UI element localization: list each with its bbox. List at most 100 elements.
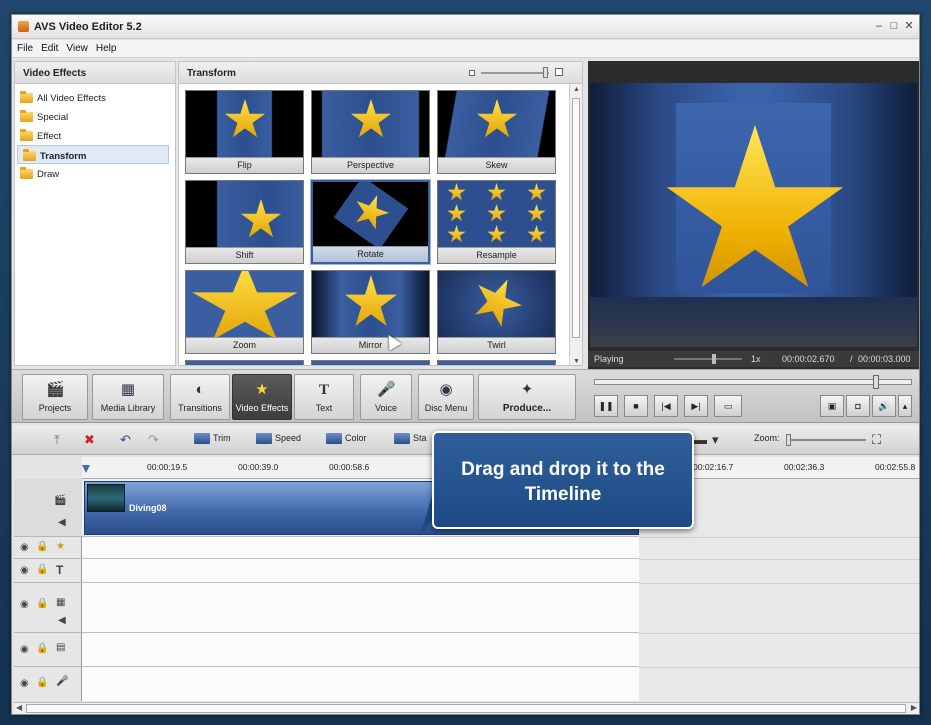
seek-bar[interactable] xyxy=(594,375,912,389)
stop-button[interactable]: ■ xyxy=(624,395,648,417)
microphone-icon: 🎤 xyxy=(377,381,396,398)
large-size-icon xyxy=(555,68,563,76)
timeline-scroll-thumb[interactable] xyxy=(26,704,906,713)
prev-frame-button[interactable]: |◀ xyxy=(654,395,678,417)
text-button[interactable]: T Text xyxy=(294,374,354,420)
effect-tile-rotate[interactable]: Rotate xyxy=(311,180,430,264)
scroll-down-icon[interactable]: ▼ xyxy=(573,358,580,365)
lock-icon[interactable]: 🔒 xyxy=(36,541,48,552)
effects-scrollbar[interactable]: ▲ ▼ xyxy=(569,84,582,365)
snapshot-button[interactable]: ◘ xyxy=(846,395,870,417)
produce-button[interactable]: ✦ Produce... xyxy=(478,374,576,420)
playback-speed-slider[interactable] xyxy=(674,354,742,364)
scroll-left-icon[interactable]: ◀ xyxy=(16,703,22,712)
effect-tile-flip[interactable]: Flip xyxy=(185,90,304,174)
category-all-video-effects[interactable]: All Video Effects xyxy=(15,88,175,107)
effects-lane[interactable] xyxy=(82,537,639,559)
delete-icon[interactable]: ✖ xyxy=(84,432,95,448)
category-special[interactable]: Special xyxy=(15,107,175,126)
fit-timeline-icon[interactable]: ⛶ xyxy=(872,432,881,448)
split-view-button[interactable]: ▣ xyxy=(820,395,844,417)
voice-lane[interactable] xyxy=(82,633,639,667)
eye-icon[interactable]: ◉ xyxy=(20,542,29,553)
minimize-button[interactable]: – xyxy=(873,20,885,32)
volume-button[interactable]: 🔊 xyxy=(872,395,896,417)
effects-grid-panel: Transform Flip Perspective Skew Shift Ro… xyxy=(178,61,583,366)
star-thumbnail xyxy=(240,199,282,238)
menu-file[interactable]: File xyxy=(12,40,36,54)
timeline-zoom-slider[interactable] xyxy=(786,434,866,446)
text-lane[interactable] xyxy=(82,559,639,583)
media-library-button[interactable]: ▦ Media Library xyxy=(92,374,164,420)
fullscreen-mode-button[interactable]: ▭ xyxy=(714,395,742,417)
color-icon xyxy=(326,433,342,445)
redo-icon[interactable]: ↷ xyxy=(148,432,159,448)
thumbnail-size-slider[interactable] xyxy=(469,67,569,78)
transitions-button[interactable]: ◐ Transitions xyxy=(170,374,230,420)
eye-icon[interactable]: ◉ xyxy=(20,599,29,610)
effect-tile-shift[interactable]: Shift xyxy=(185,180,304,264)
monitor-icon[interactable]: ▾ xyxy=(712,432,719,448)
star-thumbnail xyxy=(476,99,518,138)
app-logo-icon xyxy=(18,21,29,32)
total-duration: 00:00:03.000 xyxy=(858,354,911,364)
lock-icon[interactable]: 🔒 xyxy=(36,677,48,688)
menu-edit[interactable]: Edit xyxy=(36,40,61,54)
video-effects-button[interactable]: ★ Video Effects xyxy=(232,374,292,420)
undo-icon[interactable]: ↶ xyxy=(120,432,131,448)
lock-icon[interactable]: 🔒 xyxy=(36,598,48,609)
color-button[interactable]: Color xyxy=(326,433,367,445)
eye-icon[interactable]: ◉ xyxy=(20,644,29,655)
film-icon: ▦ xyxy=(120,381,136,398)
volume-arrow-button[interactable]: ▴ xyxy=(898,395,912,417)
lock-icon[interactable]: 🔒 xyxy=(36,564,48,575)
seek-knob[interactable] xyxy=(873,375,879,389)
effect-tile-skew[interactable]: Skew xyxy=(437,90,556,174)
category-effect[interactable]: Effect xyxy=(15,126,175,145)
speaker-icon: ◀ xyxy=(58,615,66,626)
clip-name: Diving08 xyxy=(129,503,167,513)
scrollbar-thumb[interactable] xyxy=(572,98,580,338)
overlay-lane[interactable] xyxy=(82,583,639,633)
lock-icon[interactable]: 🔒 xyxy=(36,643,48,654)
current-position: 00:00:02.670 xyxy=(782,354,835,364)
category-draw[interactable]: Draw xyxy=(15,164,175,183)
menu-help[interactable]: Help xyxy=(91,40,120,54)
eye-icon[interactable]: ◉ xyxy=(20,678,29,689)
disc-menu-button[interactable]: ◉ Disc Menu xyxy=(418,374,474,420)
timeline-scrollbar[interactable]: ◀ ▶ xyxy=(14,702,919,714)
ruler-tick: 00:02:16.7 xyxy=(693,462,734,472)
projects-button[interactable]: 🎬 Projects xyxy=(22,374,88,420)
storyboard-icon[interactable]: ▬ xyxy=(694,432,707,447)
effect-tile-perspective[interactable]: Perspective xyxy=(311,90,430,174)
star-thumbnail xyxy=(464,270,530,335)
scroll-right-icon[interactable]: ▶ xyxy=(911,703,917,712)
folder-icon xyxy=(20,110,33,122)
pause-button[interactable]: ❚❚ xyxy=(594,395,618,417)
close-button[interactable]: ✕ xyxy=(903,20,915,32)
menu-view[interactable]: View xyxy=(61,40,91,54)
zoom-knob[interactable] xyxy=(786,434,791,446)
effect-tile-zoom[interactable]: Zoom xyxy=(185,270,304,354)
stabilize-button[interactable]: Sta xyxy=(394,433,427,445)
eye-icon[interactable]: ◉ xyxy=(20,565,29,576)
ruler-tick: 00:00:19.5 xyxy=(147,462,188,472)
folder-icon xyxy=(20,129,33,141)
effect-tile-resample[interactable]: Resample xyxy=(437,180,556,264)
next-frame-button[interactable]: ▶| xyxy=(684,395,708,417)
scroll-up-icon[interactable]: ▲ xyxy=(573,86,580,93)
folder-icon xyxy=(20,167,33,179)
maximize-button[interactable]: □ xyxy=(888,20,900,32)
music-lane[interactable] xyxy=(82,667,639,701)
trim-button[interactable]: Trim xyxy=(194,433,231,445)
clip-thumbnail xyxy=(87,484,125,512)
disc-icon: ◉ xyxy=(439,381,453,398)
slider-knob[interactable] xyxy=(543,67,548,78)
speed-button[interactable]: Speed xyxy=(256,433,301,445)
effect-tile-twirl[interactable]: Twirl xyxy=(437,270,556,354)
recycle-icon[interactable]: ⤒ xyxy=(54,432,60,448)
effect-tile-mirror[interactable]: Mirror xyxy=(311,270,430,354)
voice-button[interactable]: 🎤 Voice xyxy=(360,374,412,420)
category-transform[interactable]: Transform xyxy=(17,145,169,164)
playhead-marker-icon[interactable] xyxy=(82,465,90,473)
